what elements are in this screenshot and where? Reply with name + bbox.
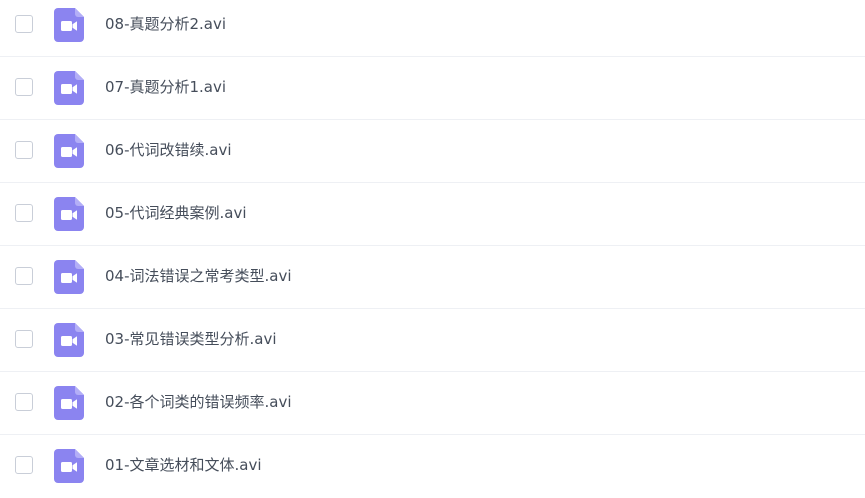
file-row[interactable]: 04-词法错误之常考类型.avi bbox=[0, 246, 865, 309]
file-name[interactable]: 02-各个词类的错误频率.avi bbox=[105, 392, 292, 412]
select-checkbox[interactable] bbox=[15, 267, 33, 285]
file-list: 08-真题分析2.avi 07-真题分析1.avi 06-代词改错续.avi 0… bbox=[0, 0, 865, 498]
select-checkbox[interactable] bbox=[15, 204, 33, 222]
file-row[interactable]: 08-真题分析2.avi bbox=[0, 0, 865, 57]
select-checkbox[interactable] bbox=[15, 456, 33, 474]
file-row[interactable]: 02-各个词类的错误频率.avi bbox=[0, 372, 865, 435]
video-file-icon bbox=[54, 323, 84, 357]
video-file-icon bbox=[54, 197, 84, 231]
video-file-icon bbox=[54, 8, 84, 42]
file-row[interactable]: 03-常见错误类型分析.avi bbox=[0, 309, 865, 372]
select-checkbox[interactable] bbox=[15, 15, 33, 33]
file-name[interactable]: 05-代词经典案例.avi bbox=[105, 203, 247, 223]
select-checkbox[interactable] bbox=[15, 393, 33, 411]
video-file-icon bbox=[54, 134, 84, 168]
file-row[interactable]: 06-代词改错续.avi bbox=[0, 120, 865, 183]
file-name[interactable]: 03-常见错误类型分析.avi bbox=[105, 329, 277, 349]
file-name[interactable]: 08-真题分析2.avi bbox=[105, 14, 226, 34]
video-file-icon bbox=[54, 71, 84, 105]
select-checkbox[interactable] bbox=[15, 78, 33, 96]
select-checkbox[interactable] bbox=[15, 141, 33, 159]
file-name[interactable]: 04-词法错误之常考类型.avi bbox=[105, 266, 292, 286]
file-name[interactable]: 07-真题分析1.avi bbox=[105, 77, 226, 97]
video-file-icon bbox=[54, 260, 84, 294]
video-file-icon bbox=[54, 386, 84, 420]
file-row[interactable]: 07-真题分析1.avi bbox=[0, 57, 865, 120]
video-file-icon bbox=[54, 449, 84, 483]
file-name[interactable]: 01-文章选材和文体.avi bbox=[105, 455, 262, 475]
file-row[interactable]: 05-代词经典案例.avi bbox=[0, 183, 865, 246]
file-name[interactable]: 06-代词改错续.avi bbox=[105, 140, 232, 160]
select-checkbox[interactable] bbox=[15, 330, 33, 348]
